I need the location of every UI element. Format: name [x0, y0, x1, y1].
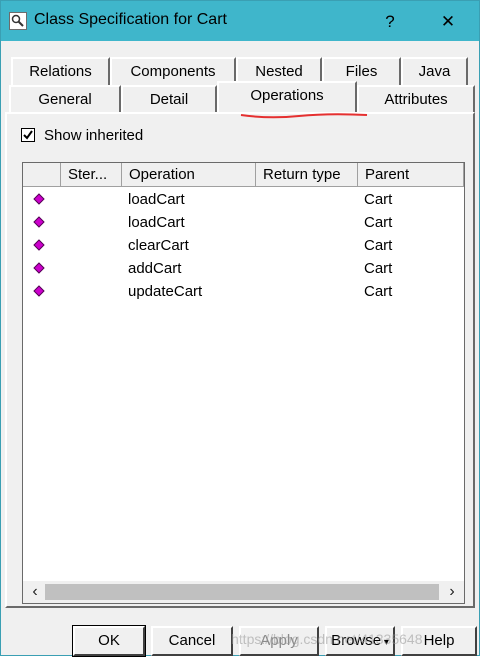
ok-button[interactable]: OK	[72, 625, 146, 657]
operation-parent: Cart	[364, 237, 393, 254]
operation-diamond-icon	[33, 215, 45, 232]
operation-diamond-icon	[33, 238, 45, 255]
table-row[interactable]: loadCart Cart	[23, 213, 464, 236]
operation-name: updateCart	[128, 283, 203, 300]
cancel-button[interactable]: Cancel	[151, 626, 233, 656]
operation-name: clearCart	[128, 237, 189, 254]
operations-list[interactable]: Ster... Operation Return type Parent loa…	[22, 162, 465, 604]
tab-java[interactable]: Java	[401, 57, 468, 85]
tab-operations[interactable]: Operations	[217, 81, 357, 113]
column-header-parent[interactable]: Parent	[358, 163, 464, 187]
operation-parent: Cart	[364, 214, 393, 231]
tab-relations[interactable]: Relations	[11, 57, 110, 85]
class-specification-window: Class Specification for Cart ? ✕ Relatio…	[0, 0, 480, 657]
horizontal-scrollbar[interactable]: ‹ ›	[23, 581, 464, 603]
tab-label: Java	[418, 63, 451, 80]
tab-label: Operations	[250, 87, 324, 104]
scrollbar-thumb[interactable]	[45, 584, 439, 600]
operation-name: loadCart	[128, 191, 185, 208]
window-title: Class Specification for Cart	[34, 11, 227, 28]
scroll-right-icon[interactable]: ›	[442, 583, 462, 601]
table-row[interactable]: updateCart Cart	[23, 282, 464, 305]
operation-name: loadCart	[128, 214, 185, 231]
operation-parent: Cart	[364, 191, 393, 208]
list-header: Ster... Operation Return type Parent	[23, 163, 464, 187]
tab-label: Nested	[255, 63, 303, 80]
column-header-icon[interactable]	[23, 163, 61, 187]
help-button[interactable]: ?	[374, 9, 406, 35]
table-row[interactable]: loadCart Cart	[23, 190, 464, 213]
scroll-left-icon[interactable]: ‹	[25, 583, 45, 601]
table-row[interactable]: clearCart Cart	[23, 236, 464, 259]
close-button[interactable]: ✕	[432, 9, 464, 35]
operation-diamond-icon	[33, 284, 45, 301]
tab-label: Detail	[149, 91, 189, 108]
operation-parent: Cart	[364, 260, 393, 277]
operation-diamond-icon	[33, 261, 45, 278]
search-icon	[9, 12, 27, 30]
tab-label: Relations	[29, 63, 92, 80]
operation-parent: Cart	[364, 283, 393, 300]
red-annotation-underline	[240, 113, 368, 119]
operation-diamond-icon	[33, 192, 45, 209]
tab-label: Components	[130, 63, 216, 80]
column-header-operation[interactable]: Operation	[122, 163, 256, 187]
tab-label: General	[38, 91, 92, 108]
show-inherited-label: Show inherited	[44, 127, 144, 144]
column-header-return-type[interactable]: Return type	[256, 163, 358, 187]
column-header-stereotype[interactable]: Ster...	[61, 163, 122, 187]
tab-detail[interactable]: Detail	[121, 85, 217, 113]
table-row[interactable]: addCart Cart	[23, 259, 464, 282]
show-inherited-checkbox[interactable]	[21, 128, 35, 142]
title-bar[interactable]: Class Specification for Cart ? ✕	[1, 1, 479, 41]
tab-label: Files	[345, 63, 378, 80]
tab-attributes[interactable]: Attributes	[357, 85, 475, 113]
tab-general[interactable]: General	[9, 85, 121, 113]
watermark: https://blog.csdn.net/41335648	[231, 631, 423, 647]
operation-name: addCart	[128, 260, 182, 277]
tab-label: Attributes	[384, 91, 448, 108]
